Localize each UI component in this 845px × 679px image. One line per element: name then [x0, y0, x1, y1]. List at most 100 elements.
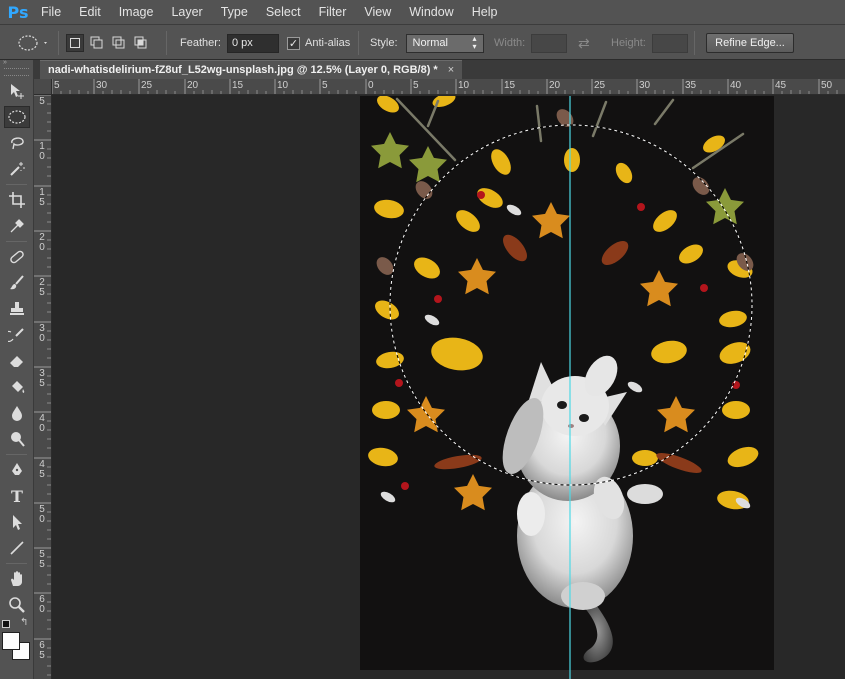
magic-wand-tool-icon[interactable]: [4, 158, 30, 180]
ruler-label: 10: [277, 80, 289, 91]
photoshop-logo: Ps: [7, 2, 29, 22]
ruler-label: 15: [232, 80, 244, 91]
red-berry: [700, 284, 708, 292]
ruler-label: 25: [39, 277, 45, 298]
ruler-label: 50: [39, 504, 45, 525]
color-swatches[interactable]: ↰: [0, 617, 33, 660]
select-arrows-icon: ▴ ▾: [472, 34, 477, 51]
add-selection-icon: [90, 36, 103, 49]
foreground-color-swatch[interactable]: [2, 632, 20, 650]
menu-filter[interactable]: Filter: [310, 0, 356, 24]
tool-preset-picker[interactable]: [14, 25, 50, 61]
hand-tool-icon[interactable]: [4, 568, 30, 590]
yellow-leaf: [564, 148, 580, 172]
history-brush-icon[interactable]: [4, 324, 30, 346]
ruler-label: 20: [39, 232, 45, 253]
close-tab-icon[interactable]: ×: [448, 64, 454, 76]
dodge-tool-icon[interactable]: [4, 428, 30, 450]
ruler-label: 5: [413, 80, 419, 91]
ruler-origin[interactable]: [34, 79, 52, 95]
ruler-label: 15: [504, 80, 516, 91]
spot-healing-brush-icon[interactable]: [4, 246, 30, 268]
ruler-label: 25: [594, 80, 606, 91]
clone-stamp-tool-icon[interactable]: [4, 298, 30, 320]
ruler-label: 5: [54, 80, 60, 91]
panel-grip[interactable]: [4, 68, 29, 76]
ruler-label: 60: [39, 594, 45, 615]
ruler-label: 45: [39, 459, 45, 480]
swap-colors-icon[interactable]: ↰: [20, 617, 28, 628]
anti-alias-checkbox[interactable]: ✓: [287, 36, 300, 50]
ruler-label: 30: [639, 80, 651, 91]
default-colors-icon[interactable]: [2, 620, 10, 628]
intersect-selection-button[interactable]: [132, 34, 150, 52]
red-berry: [434, 295, 442, 303]
crop-tool-icon[interactable]: [4, 189, 30, 211]
width-label: Width:: [494, 37, 526, 49]
ruler-label: 15: [39, 187, 45, 208]
menu-edit[interactable]: Edit: [70, 0, 110, 24]
refine-edge-button[interactable]: Refine Edge...: [706, 33, 794, 53]
red-berry: [401, 482, 409, 490]
feather-input[interactable]: [226, 33, 279, 53]
intersect-selection-icon: [134, 36, 147, 49]
ruler-label: 10: [39, 141, 45, 162]
style-select-value: Normal: [412, 37, 448, 49]
collapse-panel-icon[interactable]: »: [0, 59, 33, 66]
document-tab[interactable]: nadi-whatisdelirium-fZ8uf_L52wg-unsplash…: [40, 60, 463, 79]
type-tool-icon[interactable]: T: [4, 485, 30, 507]
elliptical-marquee-preset-icon: [18, 35, 47, 51]
ruler-label: 5: [39, 96, 45, 107]
menu-layer[interactable]: Layer: [162, 0, 211, 24]
menu-help[interactable]: Help: [463, 0, 507, 24]
menu-window[interactable]: Window: [400, 0, 462, 24]
red-berry: [477, 191, 485, 199]
path-selection-tool-icon[interactable]: [4, 511, 30, 533]
ruler-label: 10: [458, 80, 470, 91]
eyedropper-tool-icon[interactable]: [4, 215, 30, 237]
add-to-selection-button[interactable]: [88, 34, 106, 52]
ruler-label: 55: [39, 549, 45, 570]
eraser-tool-icon[interactable]: [4, 350, 30, 372]
feather-label: Feather:: [180, 37, 221, 49]
ruler-label: 20: [187, 80, 199, 91]
height-input[interactable]: [651, 33, 688, 53]
lasso-tool-icon[interactable]: [4, 132, 30, 154]
ruler-label: 30: [96, 80, 108, 91]
width-input[interactable]: [531, 33, 568, 53]
height-label: Height:: [611, 37, 646, 49]
document-tab-title: nadi-whatisdelirium-fZ8uf_L52wg-unsplash…: [48, 64, 438, 76]
zoom-tool-icon[interactable]: [4, 594, 30, 616]
pen-tool-icon[interactable]: [4, 459, 30, 481]
vertical-ruler[interactable]: 5 10 15 20 25 30 35 40 45 50 55 60 65: [34, 95, 52, 679]
horizontal-ruler[interactable]: 5 30 25 20 15 10 5 0 5 10 15 20 25 30 35 40 45 50: [52, 79, 845, 95]
canvas-area[interactable]: [53, 96, 845, 679]
document-canvas[interactable]: [53, 96, 845, 679]
menu-view[interactable]: View: [355, 0, 400, 24]
yellow-leaf: [722, 401, 750, 419]
elliptical-marquee-tool-icon[interactable]: [4, 106, 30, 128]
ruler-label: 45: [775, 80, 787, 91]
ruler-label: 0: [368, 80, 374, 91]
line-tool-icon[interactable]: [4, 537, 30, 559]
menu-select[interactable]: Select: [257, 0, 310, 24]
yellow-leaf: [632, 450, 658, 466]
menu-bar: Ps File Edit Image Layer Type Select Fil…: [0, 0, 845, 24]
ruler-label: 5: [322, 80, 328, 91]
ruler-label: 35: [685, 80, 697, 91]
swap-width-height-icon[interactable]: ⇄: [578, 35, 590, 52]
yellow-leaf: [372, 401, 400, 419]
move-tool-icon[interactable]: [4, 80, 30, 102]
new-selection-button[interactable]: [66, 34, 84, 52]
brush-tool-icon[interactable]: [4, 272, 30, 294]
menu-type[interactable]: Type: [212, 0, 257, 24]
menu-file[interactable]: File: [32, 0, 70, 24]
subtract-from-selection-button[interactable]: [110, 34, 128, 52]
photo-layer: [360, 96, 774, 679]
blur-tool-icon[interactable]: [4, 402, 30, 424]
ruler-label: 35: [39, 368, 45, 389]
style-select[interactable]: Normal ▴ ▾: [405, 33, 484, 53]
menu-image[interactable]: Image: [110, 0, 163, 24]
tools-panel: » T ↰: [0, 59, 34, 679]
paint-bucket-icon[interactable]: [4, 376, 30, 398]
